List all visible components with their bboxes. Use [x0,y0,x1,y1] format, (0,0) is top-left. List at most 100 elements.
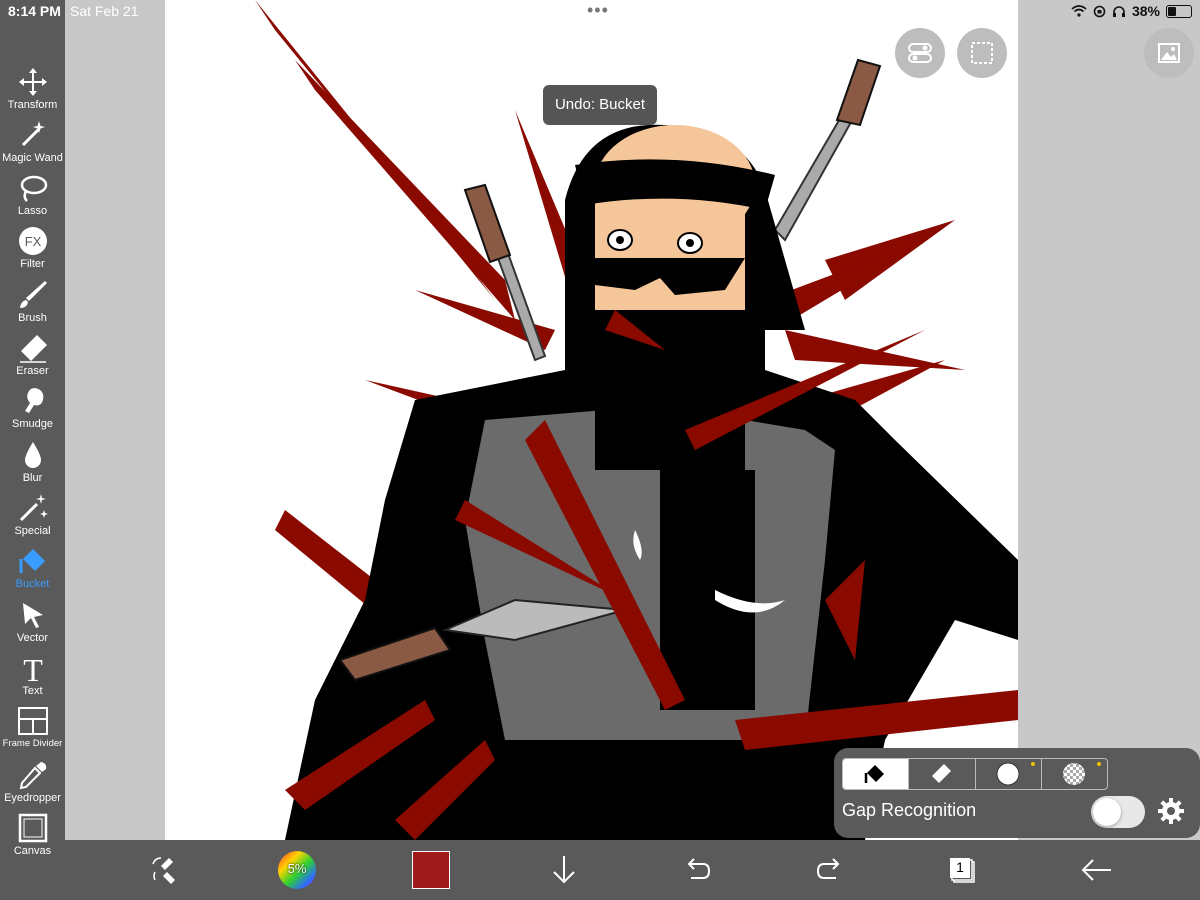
fill-mode-bucket[interactable] [843,759,910,789]
battery-icon [1166,4,1192,18]
layers-button[interactable]: 1 [942,850,982,890]
layer-count: 1 [956,859,964,875]
smudge-icon [24,388,43,413]
eyedropper-icon [19,762,46,790]
transparency-icon [1062,763,1085,785]
tool-text[interactable]: T Text [0,648,65,701]
status-right: 38% [1071,3,1192,19]
multitasking-dots[interactable]: ••• [587,0,609,21]
tool-label: Magic Wand [2,152,63,164]
back-button[interactable] [1077,850,1117,890]
brush-icon [19,281,47,308]
tool-eraser[interactable]: Eraser [0,328,65,381]
indicator-dot [1097,762,1101,766]
frame-divider-icon [17,707,48,735]
tool-label: Frame Divider [2,738,63,749]
tool-lasso[interactable]: Lasso [0,168,65,221]
tool-label: Lasso [17,205,48,217]
fill-mode-transparent[interactable] [1042,759,1107,789]
tool-smudge[interactable]: Smudge [0,381,65,434]
lasso-icon [20,175,47,202]
tool-bucket[interactable]: Bucket [0,541,65,594]
tool-eyedropper[interactable]: Eyedropper [0,755,65,808]
toggles-icon [908,43,932,63]
headphones-icon [1112,5,1125,17]
fill-mode-layer[interactable] [976,759,1042,789]
wifi-icon [1071,5,1087,17]
eraser-icon [19,335,47,363]
color-wheel-button[interactable]: 5% [277,850,317,890]
canvas-icon [18,813,47,843]
drawing-canvas[interactable] [165,0,1018,840]
magic-wand-icon [21,121,45,147]
tool-label: Brush [18,312,47,324]
fill-mode-eraser[interactable] [909,759,976,789]
blur-icon [24,442,41,468]
tool-sidebar: Transform Magic Wand Lasso FX Filter Bru… [0,0,65,900]
orientation-lock-icon [1093,5,1106,17]
tool-label: Bucket [15,578,50,590]
bucket-icon [864,765,884,783]
redo-button[interactable] [810,850,850,890]
current-color-swatch[interactable] [412,851,450,889]
redo-icon [816,858,840,879]
tool-blur[interactable]: Blur [0,435,65,488]
tool-transform[interactable]: Transform [0,62,65,115]
tool-label: Canvas [13,845,52,857]
gallery-icon [1158,43,1180,63]
tool-magic-wand[interactable]: Magic Wand [0,115,65,168]
arrow-down-icon [553,856,575,884]
undo-tooltip: Undo: Bucket [543,85,657,125]
bucket-mode-segment [842,758,1108,790]
layer-toggle-button[interactable] [895,28,945,78]
tool-vector[interactable]: Vector [0,595,65,648]
tool-label: Eyedropper [4,792,61,804]
bucket-options-panel: Gap Recognition [834,748,1200,838]
selection-button[interactable] [957,28,1007,78]
eraser-icon [932,764,952,783]
gap-recognition-label: Gap Recognition [842,800,977,820]
tool-special[interactable]: Special [0,488,65,541]
battery-percent: 38% [1131,3,1160,19]
gallery-button[interactable] [1144,28,1194,78]
tool-label: Text [22,685,43,697]
svg-text:T: T [23,652,43,684]
artwork [255,0,1018,840]
bottom-bar: 5% 1 [65,840,1200,900]
import-down-button[interactable] [544,850,584,890]
undo-icon [687,858,711,879]
filter-icon: FX [18,227,47,255]
tool-canvas[interactable]: Canvas [0,808,65,861]
tool-label: Transform [7,99,58,111]
selection-icon [971,42,993,64]
text-icon: T [23,652,43,684]
status-date: Sat Feb 21 [70,3,139,19]
toggle-knob [1093,798,1121,826]
special-icon [19,494,48,522]
svg-text:FX: FX [24,234,41,249]
gap-recognition-toggle[interactable] [1091,796,1145,828]
vector-icon [22,603,43,628]
status-bar: 8:14 PM Sat Feb 21 ••• 38% [0,0,1200,24]
transform-icon [18,68,47,96]
tool-label: Blur [22,472,43,484]
battery-level [1168,6,1176,16]
layer-circle-icon [996,762,1019,786]
tool-label: Filter [20,258,45,270]
tool-label: Eraser [16,365,49,377]
indicator-dot [1030,762,1035,766]
arrow-left-icon [1081,859,1111,881]
tool-filter[interactable]: FX Filter [0,221,65,274]
undo-button[interactable] [677,850,717,890]
bucket-icon [19,549,45,573]
tool-label: Special [14,525,51,537]
brush-opacity-label: 5% [287,861,307,876]
quick-swap-button[interactable] [145,850,185,890]
tool-label: Vector [16,632,49,644]
gear-icon[interactable] [1156,796,1186,826]
brush-eraser-swap-icon [152,857,175,884]
tool-label: Smudge [12,418,53,430]
tool-frame-divider[interactable]: Frame Divider [0,701,65,754]
tool-brush[interactable]: Brush [0,275,65,328]
status-time: 8:14 PM [8,3,61,19]
